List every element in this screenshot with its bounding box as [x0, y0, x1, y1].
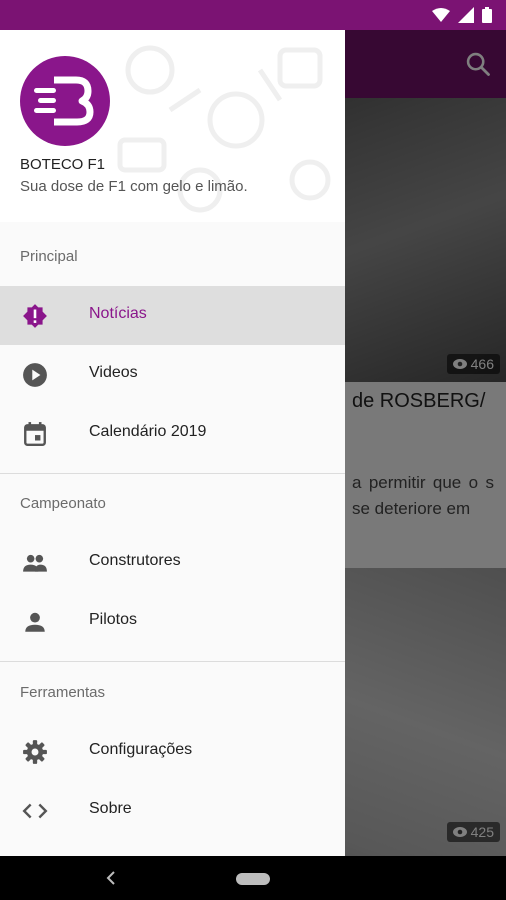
status-bar [0, 0, 506, 30]
status-icons [432, 7, 492, 23]
menu-item-label: Pilotos [89, 611, 138, 628]
wifi-icon [432, 8, 450, 22]
divider [0, 473, 345, 474]
drawer-header: BOTECO F1 Sua dose de F1 com gelo e limã… [0, 30, 345, 222]
signal-icon [458, 7, 474, 23]
menu-item-label: Calendário 2019 [89, 423, 207, 440]
back-icon[interactable] [104, 870, 118, 886]
menu-item-label: Configurações [89, 741, 193, 758]
menu-item-videos[interactable]: Videos [0, 345, 345, 404]
section-title-ferramentas: Ferramentas [20, 684, 106, 701]
navigation-drawer: BOTECO F1 Sua dose de F1 com gelo e limã… [0, 30, 345, 856]
menu-item-label: Sobre [89, 800, 132, 817]
code-icon [22, 803, 48, 819]
people-icon [23, 554, 47, 572]
divider [0, 661, 345, 662]
section-title-campeonato: Campeonato [20, 495, 106, 512]
app-logo [20, 56, 110, 146]
logo-b-icon [34, 76, 94, 126]
menu-item-configuracoes[interactable]: Configurações [0, 722, 345, 781]
home-pill[interactable] [236, 873, 270, 885]
alert-badge-icon [23, 304, 47, 328]
app-name: BOTECO F1 [20, 156, 106, 173]
menu-item-label: Construtores [89, 552, 181, 569]
menu-item-label: Notícias [89, 305, 147, 322]
section-title-principal: Principal [20, 248, 78, 265]
menu-item-pilotos[interactable]: Pilotos [0, 592, 345, 651]
gear-icon [23, 740, 47, 764]
play-circle-icon [23, 363, 47, 387]
battery-icon [482, 7, 492, 23]
app-tagline: Sua dose de F1 com gelo e limão. [20, 178, 248, 195]
calendar-icon [24, 422, 46, 447]
menu-item-noticias[interactable]: Notícias [0, 286, 345, 345]
menu-item-label: Videos [89, 364, 138, 381]
system-nav-bar [0, 856, 506, 900]
menu-item-construtores[interactable]: Construtores [0, 533, 345, 592]
menu-item-sobre[interactable]: Sobre [0, 781, 345, 840]
menu-item-calendario[interactable]: Calendário 2019 [0, 404, 345, 463]
person-icon [25, 612, 45, 632]
